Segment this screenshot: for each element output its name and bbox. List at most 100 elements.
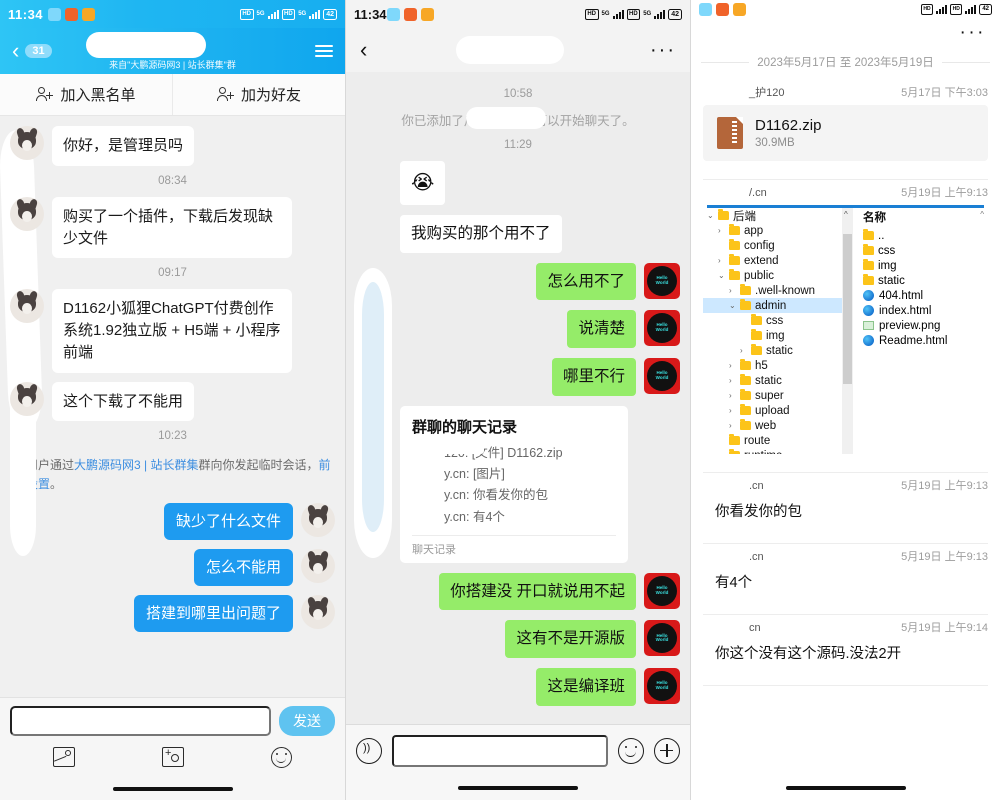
avatar-me[interactable] (301, 503, 335, 538)
message-list[interactable]: 你好，是管理员吗 08:34 购买了一个插件，下载后发现缺少文件 09:17 D… (0, 116, 345, 697)
message-bubble[interactable]: 我购买的那个用不了 (400, 215, 562, 253)
folder-tree[interactable]: ⌄ 后端 › app config › extend ⌄ public › .well-known ⌄… (703, 208, 853, 454)
message-bubble-me[interactable]: 缺少了什么文件 (163, 503, 293, 541)
chevron-icon[interactable]: › (718, 451, 729, 454)
camera-icon[interactable] (161, 747, 184, 767)
file-list-item[interactable]: 404.html (859, 288, 988, 303)
message-bubble-me[interactable]: 怎么不能用 (193, 549, 293, 587)
tree-node[interactable]: › app (703, 223, 853, 238)
file-list-item[interactable]: .. (859, 228, 988, 243)
message-bubble-me[interactable]: 哪里不行 (551, 358, 637, 396)
chevron-icon[interactable]: › (740, 346, 751, 355)
file-list-item[interactable]: img (859, 258, 988, 273)
avatar-me[interactable]: Hello World (644, 668, 680, 705)
avatar-me[interactable]: Hello World (644, 358, 680, 395)
tree-node[interactable]: img (703, 328, 853, 343)
chevron-icon[interactable]: ⌄ (718, 271, 729, 280)
tree-node[interactable]: › upload (703, 403, 853, 418)
chevron-icon[interactable]: › (729, 376, 740, 385)
chevron-up-icon[interactable]: ^ (844, 210, 848, 219)
chevron-icon[interactable]: ⌄ (707, 211, 718, 220)
emoji-icon[interactable] (618, 737, 644, 764)
voice-icon[interactable] (356, 737, 382, 764)
avatar[interactable] (10, 196, 44, 231)
avatar-me[interactable]: Hello World (644, 572, 680, 609)
tree-node[interactable]: › runtime (703, 448, 853, 454)
tree-node[interactable]: config (703, 238, 853, 253)
message-input[interactable] (10, 706, 271, 736)
unread-badge[interactable]: 31 (25, 44, 52, 58)
avatar-me[interactable]: Hello World (644, 620, 680, 657)
message-bubble[interactable]: 这个下载了不能用 (52, 381, 195, 422)
explorer-tree-pane[interactable]: ⌄ 后端 › app config › extend ⌄ public › .well-known ⌄… (703, 208, 853, 454)
explorer-screenshot[interactable]: ⌄ 后端 › app config › extend ⌄ public › .well-known ⌄… (703, 205, 988, 454)
chevron-icon[interactable]: ⌄ (729, 301, 740, 310)
redaction-mask-record (438, 439, 484, 454)
message-bubble[interactable]: D1162小狐狸ChatGPT付费创作系统1.92独立版 + H5端 + 小程序… (52, 289, 292, 373)
chevron-icon[interactable]: › (729, 421, 740, 430)
chevron-icon[interactable]: › (729, 286, 740, 295)
add-friend-button[interactable]: 加为好友 (172, 74, 345, 115)
tree-node[interactable]: ⌄ 后端 (703, 208, 853, 223)
folder-icon (740, 374, 751, 385)
file-list-item[interactable]: css (859, 243, 988, 258)
tree-node[interactable]: › .well-known (703, 283, 853, 298)
tree-node[interactable]: › super (703, 388, 853, 403)
file-list-item[interactable]: preview.png (859, 318, 988, 333)
entry-text: 你看发你的包 (715, 504, 802, 520)
tree-node[interactable]: css (703, 313, 853, 328)
avatar[interactable] (10, 289, 44, 324)
explorer-file-pane[interactable]: ^ 名称 .. css img static 404.html index.html pre… (853, 208, 988, 454)
chevron-icon[interactable]: › (718, 256, 729, 265)
chevron-icon[interactable]: › (729, 361, 740, 370)
blacklist-button[interactable]: 加入黑名单 (0, 74, 172, 115)
group-link[interactable]: 大鹏源码网3 | 站长群集 (74, 458, 198, 472)
avatar[interactable] (10, 126, 44, 160)
avatar[interactable] (10, 381, 44, 416)
file-card[interactable]: D1162.zip 30.9MB (703, 105, 988, 161)
message-bubble-me[interactable]: 这有不是开源版 (505, 620, 636, 659)
message-bubble-me[interactable]: 怎么用不了 (536, 262, 636, 301)
file-list-item[interactable]: Readme.html (859, 333, 988, 348)
message-list-2[interactable]: 10:58 你已添加了户120，现在可以开始聊天了。 11:29 😭 我购买的那… (346, 72, 690, 724)
back-icon[interactable]: ‹ (12, 40, 19, 62)
avatar-me[interactable] (301, 595, 335, 630)
chevron-icon[interactable]: › (729, 406, 740, 415)
message-bubble-me[interactable]: 说清楚 (567, 310, 636, 349)
file-list[interactable]: .. css img static 404.html index.html preview.… (859, 228, 988, 348)
more-icon-3[interactable]: ··· (960, 23, 986, 42)
chevron-icon[interactable]: › (729, 391, 740, 400)
emoji-icon[interactable] (270, 746, 292, 768)
avatar-me[interactable] (301, 549, 335, 584)
scrollbar-thumb[interactable] (843, 234, 852, 384)
tree-scrollbar[interactable]: ^ (842, 208, 853, 454)
avatar-me[interactable]: Hello World (644, 310, 680, 347)
chevron-up-icon-2[interactable]: ^ (980, 210, 984, 219)
avatar-me[interactable]: Hello World (644, 262, 680, 299)
chevron-icon[interactable]: › (718, 226, 729, 235)
tree-node[interactable]: route (703, 433, 853, 448)
send-button[interactable]: 发送 (279, 706, 335, 736)
chat-record-card[interactable]: 群聊的聊天记录 120: [文件] D1162.zip y.cn: [图片] y… (400, 405, 628, 563)
tree-node[interactable]: › web (703, 418, 853, 433)
message-bubble-emoji[interactable]: 😭 (399, 161, 446, 205)
file-list-item[interactable]: static (859, 273, 988, 288)
tree-node[interactable]: ⌄ admin (703, 298, 853, 313)
tree-node[interactable]: ⌄ public (703, 268, 853, 283)
message-bubble[interactable]: 你好，是管理员吗 (52, 126, 195, 166)
image-icon[interactable] (53, 747, 76, 767)
message-row-me: 这有不是开源版 Hello World (346, 620, 690, 659)
message-bubble-me[interactable]: 这是编译班 (536, 668, 636, 706)
tree-node[interactable]: › static (703, 373, 853, 388)
plus-icon[interactable] (654, 737, 680, 764)
menu-icon[interactable] (315, 45, 333, 57)
message-input-2[interactable] (392, 734, 608, 767)
tree-node[interactable]: › h5 (703, 358, 853, 373)
tree-node[interactable]: › static (703, 343, 853, 358)
message-bubble[interactable]: 购买了一个插件，下载后发现缺少文件 (52, 196, 292, 259)
tree-node[interactable]: › extend (703, 253, 853, 268)
message-bubble-me[interactable]: 你搭建没 开口就说用不起 (439, 572, 636, 611)
message-bubble-me[interactable]: 搭建到哪里出问题了 (133, 595, 293, 633)
file-list-item[interactable]: index.html (859, 303, 988, 318)
sender-name: .cn (749, 551, 764, 563)
